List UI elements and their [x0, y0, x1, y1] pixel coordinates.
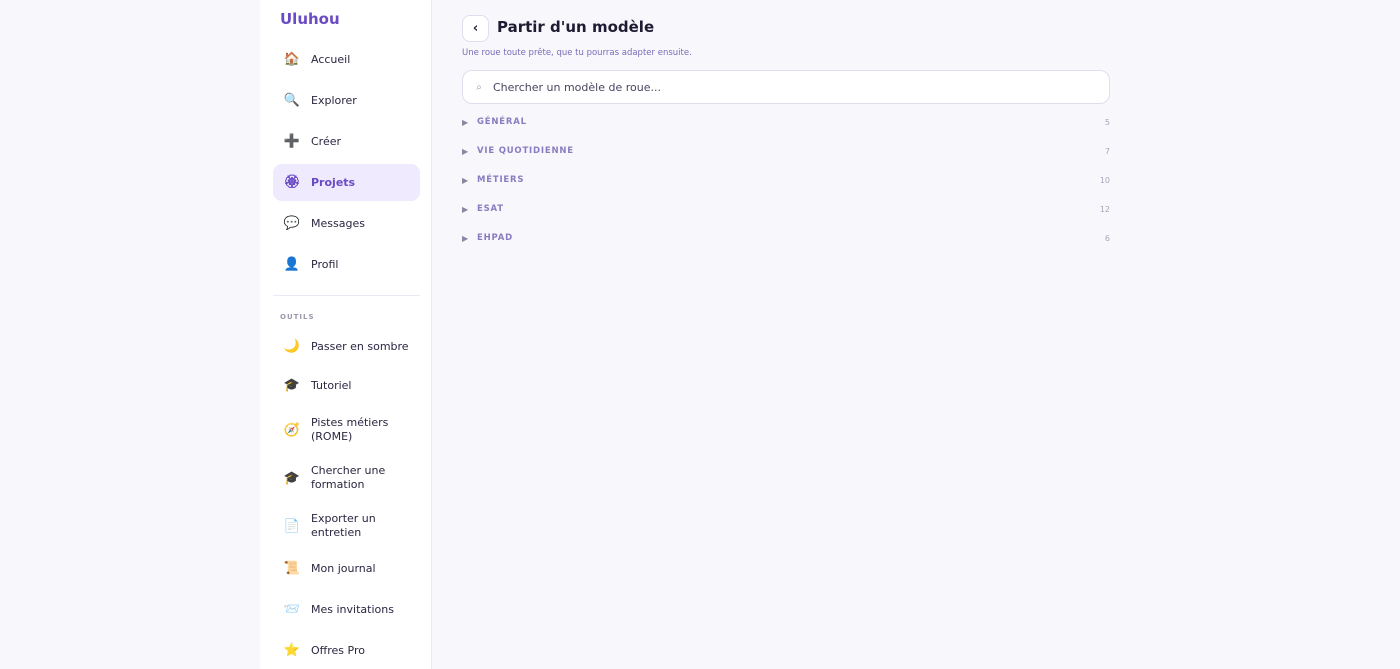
envelope-icon: 📨	[283, 602, 301, 617]
tool-label: Offres Pro	[311, 643, 365, 657]
category-count: 6	[1104, 233, 1110, 243]
sidebar-item-label: Explorer	[311, 93, 357, 107]
tool-label: Tutoriel	[311, 378, 352, 392]
back-button[interactable]: ‹	[462, 15, 489, 42]
star-icon: ⭐	[283, 643, 301, 658]
sidebar-item-label: Accueil	[311, 52, 351, 66]
moon-icon: 🌙	[283, 339, 301, 354]
sidebar-item-explorer[interactable]: 🔍 Explorer	[273, 82, 420, 119]
page-title: Partir d'un modèle	[497, 18, 655, 36]
magnifier-icon: 🔍	[283, 93, 301, 108]
sidebar-item-profil[interactable]: 👤 Profil	[273, 246, 420, 283]
chevron-left-icon: ‹	[472, 21, 479, 36]
sidebar-item-label: Créer	[311, 134, 342, 148]
plus-icon: ➕	[283, 134, 301, 149]
category-name: ESAT	[477, 204, 504, 214]
category-count: 5	[1104, 117, 1110, 127]
category-metiers[interactable]: ▶ MÉTIERS 10	[462, 171, 1110, 189]
tool-label: Exporter un entretien	[311, 512, 376, 539]
speech-bubble-icon: 💬	[283, 216, 301, 231]
sidebar-item-creer[interactable]: ➕ Créer	[273, 123, 420, 160]
category-name: EHPAD	[477, 233, 514, 243]
tool-dark-mode[interactable]: 🌙 Passer en sombre	[273, 328, 420, 365]
scroll-icon: 📜	[283, 561, 301, 576]
tools-section-label: OUTILS	[280, 313, 315, 321]
sidebar-item-label: Projets	[311, 175, 356, 189]
category-esat[interactable]: ▶ ESAT 12	[462, 200, 1110, 218]
category-count: 10	[1099, 175, 1110, 185]
compass-icon: 🧭	[283, 422, 301, 438]
rosette-icon: 🏵	[283, 175, 301, 190]
expand-triangle-icon: ▶	[462, 117, 469, 127]
tool-tutoriel[interactable]: 🎓 Tutoriel	[273, 367, 420, 404]
tool-offres-pro[interactable]: ⭐ Offres Pro	[273, 632, 420, 669]
expand-triangle-icon: ▶	[462, 175, 469, 185]
search-icon: ⌕	[476, 81, 482, 93]
category-ehpad[interactable]: ▶ EHPAD 6	[462, 229, 1110, 247]
expand-triangle-icon: ▶	[462, 233, 469, 243]
sidebar-item-projets[interactable]: 🏵 Projets	[273, 164, 420, 201]
tool-label: Mon journal	[311, 561, 376, 575]
tool-exporter-entretien[interactable]: 📄 Exporter un entretien	[273, 506, 420, 546]
category-name: MÉTIERS	[477, 175, 525, 185]
house-icon: 🏠	[283, 52, 301, 67]
brand-logo[interactable]: Uluhou	[280, 10, 340, 28]
person-icon: 👤	[283, 257, 301, 272]
category-vie-quotidienne[interactable]: ▶ VIE QUOTIDIENNE 7	[462, 142, 1110, 160]
sidebar-item-messages[interactable]: 💬 Messages	[273, 205, 420, 242]
search-box: ⌕	[462, 70, 1110, 104]
category-count: 12	[1099, 204, 1110, 214]
category-name: GÉNÉRAL	[477, 117, 527, 127]
tool-pistes-metiers[interactable]: 🧭 Pistes métiers (ROME)	[273, 410, 420, 450]
sidebar-item-label: Profil	[311, 257, 339, 271]
sidebar-item-accueil[interactable]: 🏠 Accueil	[273, 41, 420, 78]
graduation-cap-icon: 🎓	[283, 470, 301, 486]
sidebar-item-label: Messages	[311, 216, 365, 230]
expand-triangle-icon: ▶	[462, 204, 469, 214]
search-input[interactable]	[493, 80, 1109, 94]
page-subtitle: Une roue toute prête, que tu pourras ada…	[462, 48, 692, 58]
graduation-cap-icon: 🎓	[283, 378, 301, 393]
tool-label: Mes invitations	[311, 602, 394, 616]
tool-label: Passer en sombre	[311, 339, 409, 353]
sidebar: Uluhou 🏠 Accueil 🔍 Explorer ➕ Créer 🏵 Pr…	[260, 0, 432, 669]
tool-label: Pistes métiers (ROME)	[311, 416, 389, 443]
tool-chercher-formation[interactable]: 🎓 Chercher une formation	[273, 458, 420, 498]
tool-label: Chercher une formation	[311, 464, 386, 491]
expand-triangle-icon: ▶	[462, 146, 469, 156]
document-icon: 📄	[283, 518, 301, 534]
category-count: 7	[1104, 146, 1110, 156]
category-general[interactable]: ▶ GÉNÉRAL 5	[462, 113, 1110, 131]
tool-mon-journal[interactable]: 📜 Mon journal	[273, 550, 420, 587]
sidebar-divider	[273, 295, 420, 296]
category-name: VIE QUOTIDIENNE	[477, 146, 574, 156]
tool-mes-invitations[interactable]: 📨 Mes invitations	[273, 591, 420, 628]
